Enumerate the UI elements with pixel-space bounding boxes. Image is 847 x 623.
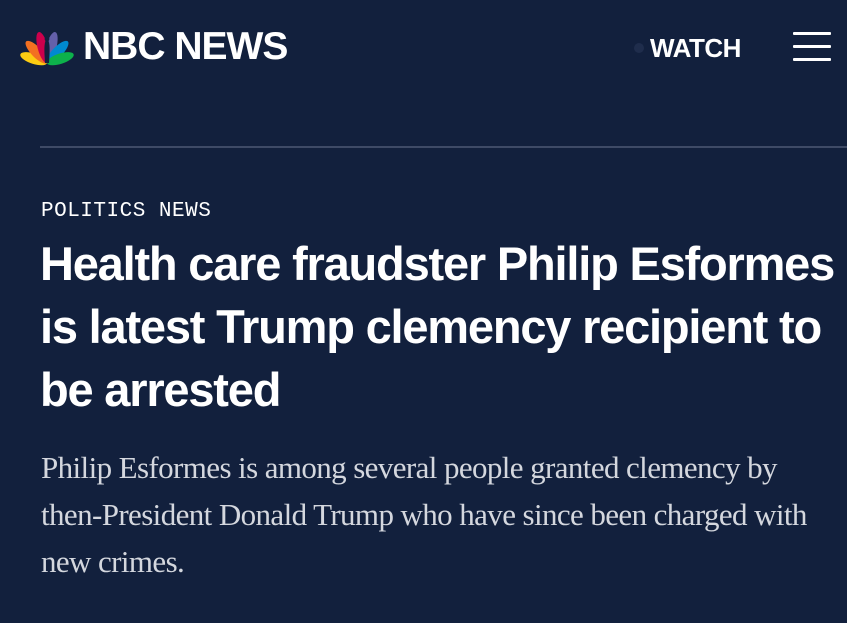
hamburger-menu-icon (793, 45, 831, 48)
hamburger-menu-icon (793, 32, 831, 35)
hamburger-menu-icon (793, 58, 831, 61)
category-label[interactable]: POLITICS NEWS (41, 199, 211, 225)
header-divider (40, 146, 847, 148)
nbc-news-logo[interactable]: NBC NEWS (19, 24, 288, 70)
peacock-logo-icon (20, 32, 74, 66)
article-dek: Philip Esformes is among several people … (41, 450, 807, 579)
watch-label: WATCH (650, 32, 741, 63)
live-dot-icon (634, 43, 644, 53)
watch-link[interactable]: WATCH (634, 32, 741, 64)
logo-wordmark: NBC NEWS (83, 25, 288, 68)
menu-button[interactable] (793, 30, 831, 62)
article-headline: Health care fraudster Philip Esformes is… (40, 237, 835, 416)
site-header: NBC NEWS WATCH (0, 0, 847, 100)
